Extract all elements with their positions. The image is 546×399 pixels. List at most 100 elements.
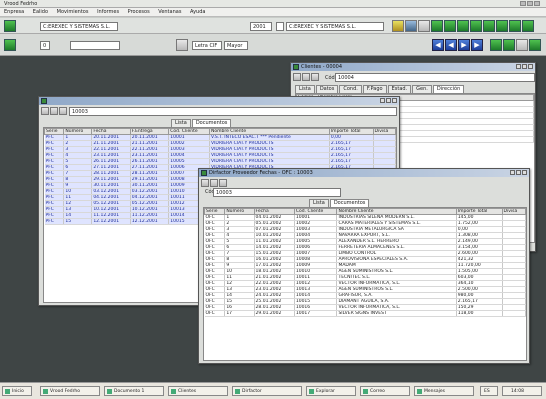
save-icon[interactable] xyxy=(405,20,417,32)
config-icon[interactable] xyxy=(503,39,515,51)
tab-gen[interactable]: Gen. xyxy=(412,85,432,93)
app-titlebar: Vrood Fedrho xyxy=(0,0,546,8)
year-field[interactable]: 2001 xyxy=(250,22,272,31)
tool-7-icon[interactable] xyxy=(509,20,521,32)
maximize-icon[interactable] xyxy=(527,1,533,6)
minimize-icon[interactable] xyxy=(516,64,521,69)
doc-code-input[interactable]: 10003 xyxy=(69,107,397,116)
tool-6-icon[interactable] xyxy=(496,20,508,32)
tab-estad[interactable]: Estad. xyxy=(387,85,412,93)
tool-4-icon[interactable] xyxy=(470,20,482,32)
taskbar-item[interactable]: Documento 1 xyxy=(104,386,164,396)
search-input[interactable] xyxy=(70,41,120,50)
table-cell: 17 xyxy=(224,310,255,317)
last-icon[interactable]: ▶ xyxy=(471,39,483,51)
tool-3-icon[interactable] xyxy=(457,20,469,32)
menu-item-movimientos[interactable]: Movimientos xyxy=(57,9,89,15)
taskbar-item[interactable]: Clientes xyxy=(168,386,228,396)
year-dropdown-icon[interactable] xyxy=(276,22,284,31)
next-icon[interactable]: ▶ xyxy=(458,39,470,51)
tool-8-icon[interactable] xyxy=(522,20,534,32)
maximize-icon[interactable] xyxy=(386,98,391,103)
tab-cond[interactable]: Cond. xyxy=(339,85,362,93)
taskbar-label: Documento 1 xyxy=(114,389,145,394)
funnel-icon[interactable] xyxy=(59,107,67,115)
taskbar-item[interactable]: Explorar xyxy=(306,386,356,396)
menu-item-procesos[interactable]: Procesos xyxy=(128,9,150,15)
tool-5-icon[interactable] xyxy=(483,20,495,32)
front-document-window[interactable]: Dirfactor Proveedor Fechas - OFC : 10003… xyxy=(198,168,530,364)
minimize-icon[interactable] xyxy=(510,170,515,175)
minimize-icon[interactable] xyxy=(380,98,385,103)
menu-item-ventanas[interactable]: Ventanas xyxy=(158,9,181,15)
tab-documentos[interactable]: Documentos xyxy=(191,119,232,127)
clients-toolbar xyxy=(293,73,323,81)
language-indicator[interactable]: ES xyxy=(480,386,498,396)
company-field[interactable]: C:EREXEC Y SISTEMAS S.L. xyxy=(40,22,118,31)
chat-icon xyxy=(417,389,422,394)
code-input[interactable]: 10004 xyxy=(335,73,535,82)
tab-fpago[interactable]: F.Pago xyxy=(362,85,387,93)
taskbar-item[interactable]: Correo xyxy=(360,386,410,396)
filter-icon[interactable] xyxy=(302,73,310,81)
document-icon xyxy=(107,389,112,394)
filter-icon[interactable] xyxy=(50,107,58,115)
app-icon xyxy=(293,64,299,70)
tab-documentos[interactable]: Documentos xyxy=(329,199,370,207)
folder-icon[interactable] xyxy=(392,20,404,32)
tool-1-icon[interactable] xyxy=(431,20,443,32)
menu-item-informes[interactable]: Informes xyxy=(97,9,119,15)
tab-datos[interactable]: Datos xyxy=(315,85,339,93)
tab-lista[interactable]: Lista xyxy=(309,199,329,207)
taskbar-item[interactable]: Dirfactor xyxy=(232,386,302,396)
exit-icon[interactable] xyxy=(4,20,16,32)
menu-item-ayuda[interactable]: Ayuda xyxy=(190,9,205,15)
menu-item-empresa[interactable]: Enpresa xyxy=(4,9,24,15)
table-row[interactable]: PFC 4 23.11.2001 23.11.2001 10004 VIDRIERA CI… xyxy=(44,152,396,159)
documents-window-titlebar[interactable] xyxy=(39,97,399,105)
nav-icon[interactable] xyxy=(41,107,49,115)
help-icon[interactable] xyxy=(529,39,541,51)
close-icon[interactable] xyxy=(522,170,527,175)
nav-icon[interactable] xyxy=(201,179,209,187)
refresh-icon[interactable] xyxy=(490,39,502,51)
tab-lista[interactable]: Lista xyxy=(171,119,191,127)
filter-value-field[interactable]: Mayor xyxy=(224,41,248,50)
clients-window-titlebar[interactable]: Clientes - 00004 xyxy=(291,63,535,71)
table-row[interactable]: PFC 3 22.11.2001 22.11.2001 10003 VIDRIERA CI… xyxy=(44,146,396,153)
front-window-titlebar[interactable]: Dirfactor Proveedor Fechas - OFC : 10003 xyxy=(199,169,529,177)
close-icon[interactable] xyxy=(534,1,540,6)
start-button[interactable]: Inicio xyxy=(2,386,32,396)
tab-direccion[interactable]: Dirección xyxy=(432,85,465,93)
new-icon[interactable] xyxy=(4,39,16,51)
table-cell: 12.12.2001 xyxy=(130,218,170,225)
filter-field[interactable]: Letra CIF xyxy=(192,41,222,50)
num-field[interactable]: 0 xyxy=(40,41,50,50)
menu-item-ealido[interactable]: Ealido xyxy=(33,9,48,15)
taskbar-item[interactable]: Mensajes xyxy=(414,386,474,396)
company-name-field[interactable]: C:EREXEC Y SISTEMAS S.L. xyxy=(286,22,384,31)
taskbar-item[interactable]: Vrood Fedrho xyxy=(40,386,100,396)
tool-2-icon[interactable] xyxy=(444,20,456,32)
prev-icon[interactable]: ◀ xyxy=(445,39,457,51)
table-row[interactable]: OFC 17 29.01.2002 10017 SILVER SIGNS INVEST 1… xyxy=(204,310,526,317)
funnel-icon[interactable] xyxy=(219,179,227,187)
maximize-icon[interactable] xyxy=(516,170,521,175)
table-row[interactable]: PFC 5 26.11.2001 26.11.2001 10005 VIDRIERA CI… xyxy=(44,158,396,165)
filter-icon[interactable] xyxy=(516,39,528,51)
taskbar-label: Dirfactor xyxy=(242,389,262,394)
filter-icon[interactable] xyxy=(210,179,218,187)
maximize-icon[interactable] xyxy=(522,64,527,69)
table-cell: 10017 xyxy=(294,310,338,317)
close-icon[interactable] xyxy=(392,98,397,103)
minimize-icon[interactable] xyxy=(520,1,526,6)
binoculars-icon[interactable] xyxy=(176,39,188,51)
front-code-input[interactable]: 10003 xyxy=(213,188,341,197)
table-row[interactable]: PFC 2 21.11.2001 21.11.2001 10002 VIDRIERA CI… xyxy=(44,140,396,147)
nav-icon[interactable] xyxy=(293,73,301,81)
first-icon[interactable]: ◀ xyxy=(432,39,444,51)
tab-lista[interactable]: Lista xyxy=(295,85,315,93)
close-icon[interactable] xyxy=(528,64,533,69)
funnel-icon[interactable] xyxy=(311,73,319,81)
print-icon[interactable] xyxy=(418,20,430,32)
